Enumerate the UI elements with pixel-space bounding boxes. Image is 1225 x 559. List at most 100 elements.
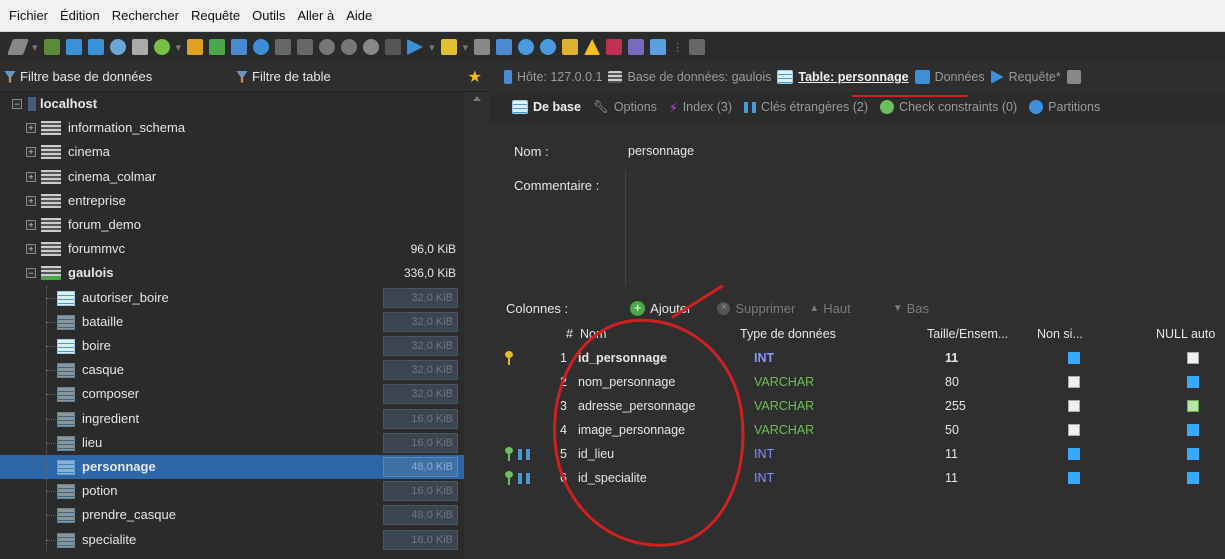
- column-size[interactable]: 255: [945, 399, 966, 413]
- header-null[interactable]: NULL auto: [1156, 327, 1215, 341]
- format-icon[interactable]: [562, 39, 579, 55]
- table-filter[interactable]: Filtre de table: [232, 69, 331, 84]
- subtab-index[interactable]: ⚡︎ Index (3): [669, 100, 732, 115]
- column-size[interactable]: 11: [945, 471, 958, 485]
- subtab-basic[interactable]: De base: [512, 100, 581, 114]
- unsigned-checkbox[interactable]: [1068, 376, 1080, 388]
- delete-icon[interactable]: [341, 39, 358, 55]
- grid-icon[interactable]: [606, 39, 623, 55]
- unsigned-checkbox[interactable]: [1068, 352, 1080, 364]
- comment-input[interactable]: [625, 170, 1225, 286]
- menu-icon[interactable]: ⋮: [672, 41, 683, 54]
- column-row[interactable]: 5 id_lieu INT 11: [490, 443, 1225, 467]
- column-type[interactable]: VARCHAR: [754, 375, 814, 389]
- subtab-check-constraints[interactable]: Check constraints (0): [880, 100, 1017, 114]
- tree-item-table[interactable]: autoriser_boire 32,0 KiB: [0, 286, 464, 310]
- column-name[interactable]: nom_personnage: [578, 375, 675, 389]
- tree-scrollbar[interactable]: [464, 92, 490, 559]
- snippet-icon[interactable]: [650, 39, 667, 55]
- allow-null-checkbox[interactable]: [1187, 376, 1199, 388]
- column-row[interactable]: 6 id_specialite INT 11: [490, 467, 1225, 491]
- menu-aide[interactable]: Aide: [340, 8, 378, 23]
- refresh-icon[interactable]: [153, 39, 170, 55]
- collapse-icon[interactable]: −: [26, 268, 36, 279]
- export-icon[interactable]: [209, 39, 226, 55]
- subtab-options[interactable]: 🔧︎ Options: [593, 100, 657, 115]
- help-icon[interactable]: [253, 39, 270, 55]
- column-row[interactable]: 3 adresse_personnage VARCHAR 255: [490, 395, 1225, 419]
- print-icon[interactable]: [131, 39, 148, 55]
- unsigned-checkbox[interactable]: [1068, 448, 1080, 460]
- columns-grid[interactable]: 1 id_personnage INT 11 2 nom_personnage VARCHA…: [490, 347, 1225, 507]
- column-name[interactable]: id_personnage: [578, 351, 667, 365]
- expand-icon[interactable]: +: [26, 123, 36, 134]
- chevron-down-icon[interactable]: ▾: [176, 41, 182, 54]
- find-icon[interactable]: [540, 39, 557, 55]
- column-type[interactable]: INT: [754, 447, 774, 461]
- tree-item-database[interactable]: + entreprise: [0, 189, 464, 213]
- wrap-icon[interactable]: [628, 39, 645, 55]
- name-input[interactable]: personnage: [625, 135, 1225, 163]
- allow-null-checkbox[interactable]: [1187, 400, 1199, 412]
- close-icon[interactable]: [385, 39, 402, 55]
- allow-null-checkbox[interactable]: [1187, 472, 1199, 484]
- header-type[interactable]: Type de données: [740, 327, 836, 341]
- menu-outils[interactable]: Outils: [246, 8, 291, 23]
- tree-item-table[interactable]: boire 32,0 KiB: [0, 334, 464, 358]
- tree-item-table[interactable]: bataille 32,0 KiB: [0, 310, 464, 334]
- remove-column-button[interactable]: × Supprimer: [717, 301, 795, 316]
- subtab-foreign-keys[interactable]: Clés étrangères (2): [744, 100, 868, 114]
- scroll-up-icon[interactable]: [473, 96, 481, 101]
- collapse-icon[interactable]: −: [12, 99, 22, 109]
- menu-fichier[interactable]: Fichier: [3, 8, 54, 23]
- column-type[interactable]: VARCHAR: [754, 399, 814, 413]
- tree-item-database[interactable]: + cinema_colmar: [0, 165, 464, 189]
- tree-item-database[interactable]: + information_schema: [0, 116, 464, 140]
- header-unsigned[interactable]: Non si...: [1037, 327, 1083, 341]
- menu-aller-a[interactable]: Aller à: [291, 8, 340, 23]
- tree-item-database[interactable]: + forum_demo: [0, 213, 464, 237]
- allow-null-checkbox[interactable]: [1187, 424, 1199, 436]
- column-size[interactable]: 11: [945, 351, 958, 365]
- header-num[interactable]: #: [566, 327, 573, 341]
- tab-query[interactable]: Requête*: [990, 70, 1061, 84]
- menu-edition[interactable]: Édition: [54, 8, 106, 23]
- tree-item-table[interactable]: casque 32,0 KiB: [0, 358, 464, 382]
- tab-database[interactable]: Base de données: gaulois: [608, 70, 771, 84]
- unsigned-checkbox[interactable]: [1068, 472, 1080, 484]
- allow-null-checkbox[interactable]: [1187, 448, 1199, 460]
- tab-data[interactable]: Données: [914, 70, 985, 84]
- cancel-icon[interactable]: [363, 39, 380, 55]
- expand-icon[interactable]: +: [26, 171, 36, 182]
- unsigned-checkbox[interactable]: [1068, 424, 1080, 436]
- users-icon[interactable]: [187, 39, 204, 55]
- chevron-down-icon[interactable]: ▾: [429, 41, 435, 54]
- column-name[interactable]: adresse_personnage: [578, 399, 695, 413]
- column-type[interactable]: INT: [754, 351, 774, 365]
- new-tab-icon[interactable]: [1066, 70, 1081, 84]
- tree-item-database[interactable]: + forummvc 96,0 KiB: [0, 237, 464, 261]
- list-icon[interactable]: [231, 39, 248, 55]
- tree-item-table[interactable]: potion 16,0 KiB: [0, 479, 464, 503]
- insert-icon[interactable]: [319, 39, 336, 55]
- paste-icon[interactable]: [87, 39, 104, 55]
- tab-table[interactable]: Table: personnage: [777, 70, 909, 84]
- save-as-icon[interactable]: [496, 39, 513, 55]
- tree-item-table[interactable]: prendre_casque 48,0 KiB: [0, 503, 464, 527]
- search-icon[interactable]: [518, 39, 535, 55]
- menu-rechercher[interactable]: Rechercher: [106, 8, 185, 23]
- column-type[interactable]: INT: [754, 471, 774, 485]
- subtab-partitions[interactable]: Partitions: [1029, 100, 1100, 114]
- star-icon[interactable]: ★: [468, 67, 482, 87]
- expand-icon[interactable]: +: [26, 195, 36, 206]
- folder-icon[interactable]: [440, 39, 457, 55]
- warning-icon[interactable]: [584, 39, 601, 55]
- expand-icon[interactable]: +: [26, 244, 36, 255]
- header-name[interactable]: Nom: [580, 327, 606, 341]
- expand-icon[interactable]: +: [26, 220, 36, 230]
- last-icon[interactable]: [297, 39, 314, 55]
- tree-item-table[interactable]: personnage 48,0 KiB: [0, 455, 464, 480]
- database-tree[interactable]: − localhost + information_schema + cinema + cin…: [0, 92, 464, 559]
- menu-requete[interactable]: Requête: [185, 8, 246, 23]
- column-type[interactable]: VARCHAR: [754, 423, 814, 437]
